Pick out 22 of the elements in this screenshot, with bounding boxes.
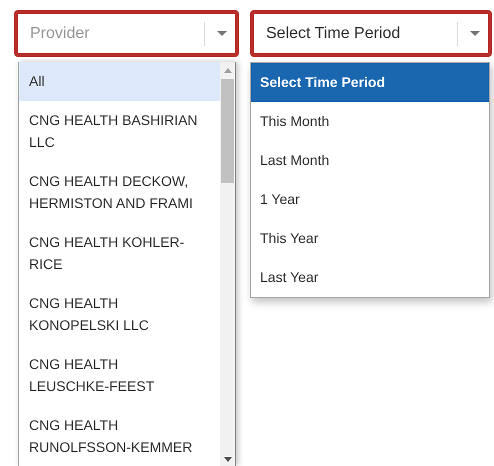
period-option[interactable]: 1 Year xyxy=(251,180,489,219)
provider-option[interactable]: All xyxy=(19,62,220,101)
period-field[interactable]: Select Time Period xyxy=(250,10,492,57)
provider-input[interactable]: Provider xyxy=(30,24,196,42)
scrollbar-thumb[interactable] xyxy=(221,79,234,183)
provider-field[interactable]: Provider xyxy=(14,10,239,57)
provider-option[interactable]: CNG HEALTH LEUSCHKE-FEEST xyxy=(19,345,220,406)
provider-option[interactable]: CNG HEALTH DECKOW, HERMISTON AND FRAMI xyxy=(19,162,220,223)
caret-icon[interactable] xyxy=(470,31,480,36)
period-option[interactable]: This Year xyxy=(251,219,489,258)
scroll-down-icon[interactable] xyxy=(224,457,232,462)
provider-option[interactable]: CNG HEALTH KOHLER-RICE xyxy=(19,223,220,284)
period-option[interactable]: This Month xyxy=(251,102,489,141)
scrollbar[interactable] xyxy=(220,62,235,466)
caret-icon[interactable] xyxy=(217,31,227,36)
scroll-up-icon[interactable] xyxy=(224,68,232,73)
period-option[interactable]: Last Year xyxy=(251,258,489,297)
provider-option[interactable]: CNG HEALTH BASHIRIAN LLC xyxy=(19,101,220,162)
period-option[interactable]: Select Time Period xyxy=(251,63,489,102)
provider-option[interactable]: CNG HEALTH RUNOLFSSON-KEMMER xyxy=(19,406,220,466)
period-option[interactable]: Last Month xyxy=(251,141,489,180)
provider-option[interactable]: CNG HEALTH KONOPELSKI LLC xyxy=(19,284,220,345)
